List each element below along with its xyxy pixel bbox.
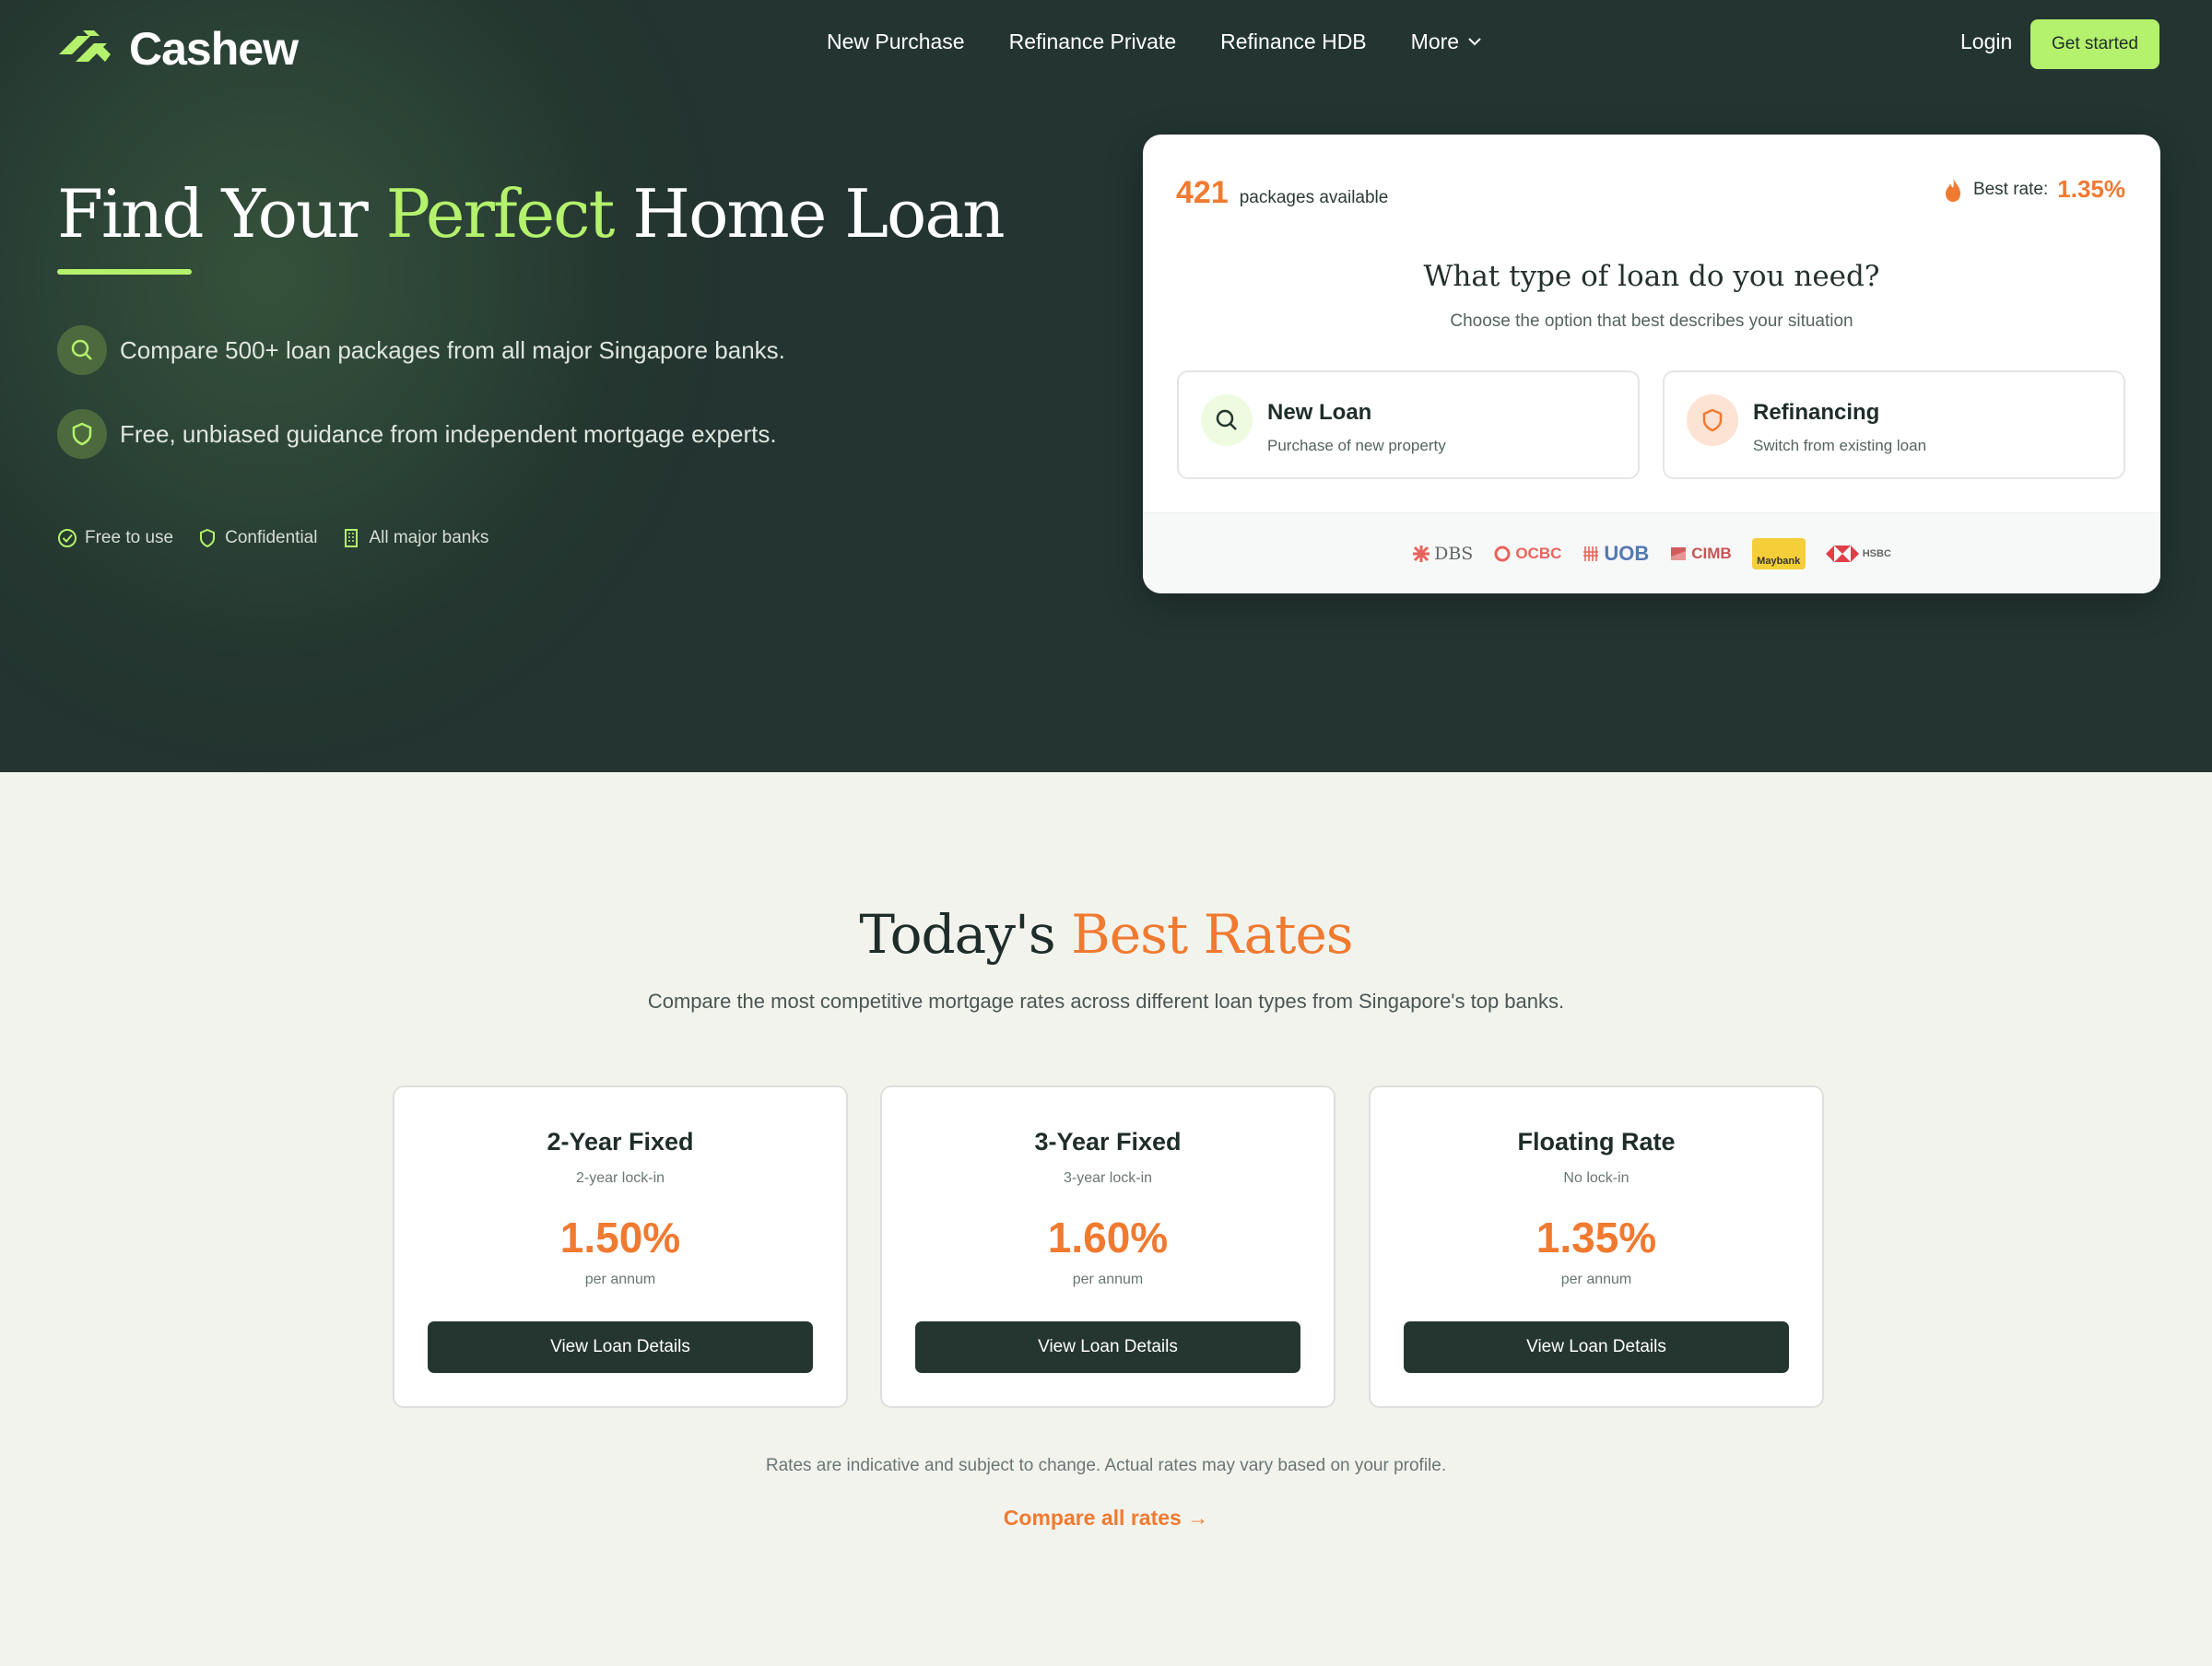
- trust-badges: Free to use Confidential All major banks: [57, 528, 488, 548]
- feature-text: Free, unbiased guidance from independent…: [120, 419, 777, 448]
- bank-logo-uob: UOB: [1582, 542, 1649, 566]
- nav-links: New Purchase Refinance Private Refinance…: [827, 29, 1525, 54]
- bank-logo-maybank: Maybank: [1751, 537, 1806, 569]
- rate-card-lock-in: 2-year lock-in: [575, 1170, 665, 1186]
- rate-card-unit: per annum: [1560, 1272, 1632, 1287]
- best-rate-label: Best rate:: [1972, 179, 2049, 199]
- top-navigation: Cashew New Purchase Refinance Private Re…: [0, 0, 2212, 90]
- option-title: Refinancing: [1753, 400, 1880, 425]
- login-link[interactable]: Login: [1960, 29, 2012, 54]
- get-started-button[interactable]: Get started: [2030, 19, 2159, 69]
- bank-logos: DBS OCBC UOB CIMB Maybank HSBC: [1143, 512, 2160, 593]
- hsbc-hexagon-icon: [1825, 545, 1859, 562]
- rate-card-title: Floating Rate: [1517, 1128, 1676, 1156]
- hero-title: Find Your Perfect Home Loan: [57, 175, 1006, 252]
- feature-text: Compare 500+ loan packages from all majo…: [120, 335, 785, 364]
- bank-name: DBS: [1434, 543, 1474, 564]
- shield-icon: [1702, 408, 1723, 432]
- view-loan-details-button[interactable]: View Loan Details: [428, 1321, 813, 1373]
- search-icon: [71, 339, 92, 360]
- nav-more-label: More: [1410, 29, 1460, 53]
- cimb-square-icon: [1671, 546, 1687, 560]
- rate-card-lock-in: No lock-in: [1563, 1170, 1630, 1186]
- rate-card-3-year-fixed: 3-Year Fixed 3-year lock-in 1.60% per an…: [880, 1085, 1335, 1408]
- bank-name: Maybank: [1757, 555, 1801, 567]
- hero-title-pre: Find Your: [57, 175, 369, 252]
- dbs-star-icon: [1413, 545, 1430, 562]
- loan-type-question: What type of loan do you need?: [1423, 260, 1880, 293]
- hero-section: Cashew New Purchase Refinance Private Re…: [0, 0, 2212, 772]
- nav-refinance-hdb[interactable]: Refinance HDB: [1220, 29, 1367, 54]
- rate-card-rate: 1.50%: [559, 1214, 681, 1261]
- rate-card-unit: per annum: [1072, 1272, 1144, 1287]
- rate-card-rate: 1.60%: [1047, 1214, 1169, 1261]
- ocbc-circle-icon: [1494, 546, 1511, 561]
- packages-count-label: packages available: [1239, 188, 1389, 207]
- rate-card-floating-rate: Floating Rate No lock-in 1.35% per annum…: [1369, 1085, 1824, 1408]
- packages-count-number: 421: [1176, 175, 1229, 210]
- trust-label: All major banks: [369, 528, 489, 547]
- building-icon: [345, 529, 359, 547]
- loan-type-subtitle: Choose the option that best describes yo…: [1450, 311, 1853, 331]
- feature-guidance: Free, unbiased guidance from independent…: [57, 409, 777, 459]
- rate-card-unit: per annum: [584, 1272, 656, 1287]
- bank-name: HSBC: [1862, 547, 1891, 559]
- option-description: Switch from existing loan: [1753, 437, 1927, 454]
- rate-card-2-year-fixed: 2-Year Fixed 2-year lock-in 1.50% per an…: [393, 1085, 848, 1408]
- rates-title-accent: Best Rates: [1071, 903, 1353, 966]
- bank-logo-dbs: DBS: [1412, 544, 1473, 564]
- feature-badge: [57, 325, 107, 375]
- option-title: New Loan: [1267, 400, 1372, 425]
- bank-logo-ocbc: OCBC: [1493, 545, 1561, 563]
- rate-card-lock-in: 3-year lock-in: [1063, 1170, 1153, 1186]
- bank-name: CIMB: [1691, 544, 1732, 562]
- uob-grid-icon: [1583, 546, 1599, 561]
- trust-confidential: Confidential: [197, 528, 317, 548]
- feature-badge: [57, 409, 107, 459]
- trust-banks: All major banks: [341, 528, 488, 548]
- trust-label: Free to use: [85, 528, 174, 547]
- check-circle-icon: [58, 529, 76, 547]
- nav-refinance-private[interactable]: Refinance Private: [1009, 29, 1177, 54]
- hero-title-post: Home Loan: [632, 175, 1005, 252]
- option-new-loan[interactable]: New Loan Purchase of new property: [1177, 370, 1640, 479]
- shield-icon: [200, 528, 216, 548]
- compare-all-rates-link[interactable]: Compare all rates →: [0, 1506, 2212, 1531]
- trust-free: Free to use: [57, 528, 173, 548]
- shield-icon: [72, 422, 92, 446]
- option-refinancing[interactable]: Refinancing Switch from existing loan: [1663, 370, 2125, 479]
- rate-card-rate: 1.35%: [1535, 1214, 1657, 1261]
- view-loan-details-button[interactable]: View Loan Details: [915, 1321, 1300, 1373]
- best-rate: Best rate: 1.35%: [1942, 175, 2125, 204]
- best-rate-value: 1.35%: [2057, 175, 2125, 203]
- loan-type-card: 421 packages available Best rate: 1.35% …: [1143, 135, 2160, 593]
- cashew-logo-icon: [59, 30, 111, 62]
- option-icon-badge: [1687, 394, 1738, 446]
- flame-icon: [1945, 177, 1960, 202]
- bank-logo-cimb: CIMB: [1669, 544, 1732, 563]
- option-description: Purchase of new property: [1267, 437, 1446, 454]
- bank-name: OCBC: [1515, 544, 1562, 562]
- feature-compare: Compare 500+ loan packages from all majo…: [57, 325, 785, 375]
- packages-count: 421 packages available: [1176, 175, 1388, 211]
- logo-text: Cashew: [129, 23, 299, 75]
- trust-label: Confidential: [225, 528, 318, 547]
- nav-new-purchase[interactable]: New Purchase: [827, 29, 965, 54]
- search-icon: [1216, 409, 1237, 430]
- rates-subtitle: Compare the most competitive mortgage ra…: [647, 990, 1565, 1013]
- bank-name: UOB: [1604, 541, 1650, 565]
- rates-title: Today's Best Rates: [0, 903, 2212, 966]
- option-icon-badge: [1201, 394, 1253, 446]
- hero-title-accent: Perfect: [385, 175, 616, 252]
- rates-disclaimer: Rates are indicative and subject to chan…: [765, 1456, 1447, 1475]
- chevron-down-icon: [1468, 38, 1481, 46]
- logo[interactable]: Cashew: [57, 22, 299, 76]
- rates-title-pre: Today's: [859, 903, 1055, 966]
- bank-logo-hsbc: HSBC: [1825, 545, 1891, 563]
- hero-title-underline: [57, 269, 192, 275]
- nav-more[interactable]: More: [1411, 29, 1481, 54]
- rate-card-title: 3-Year Fixed: [1034, 1128, 1182, 1156]
- view-loan-details-button[interactable]: View Loan Details: [1404, 1321, 1789, 1373]
- rate-card-title: 2-Year Fixed: [547, 1128, 694, 1156]
